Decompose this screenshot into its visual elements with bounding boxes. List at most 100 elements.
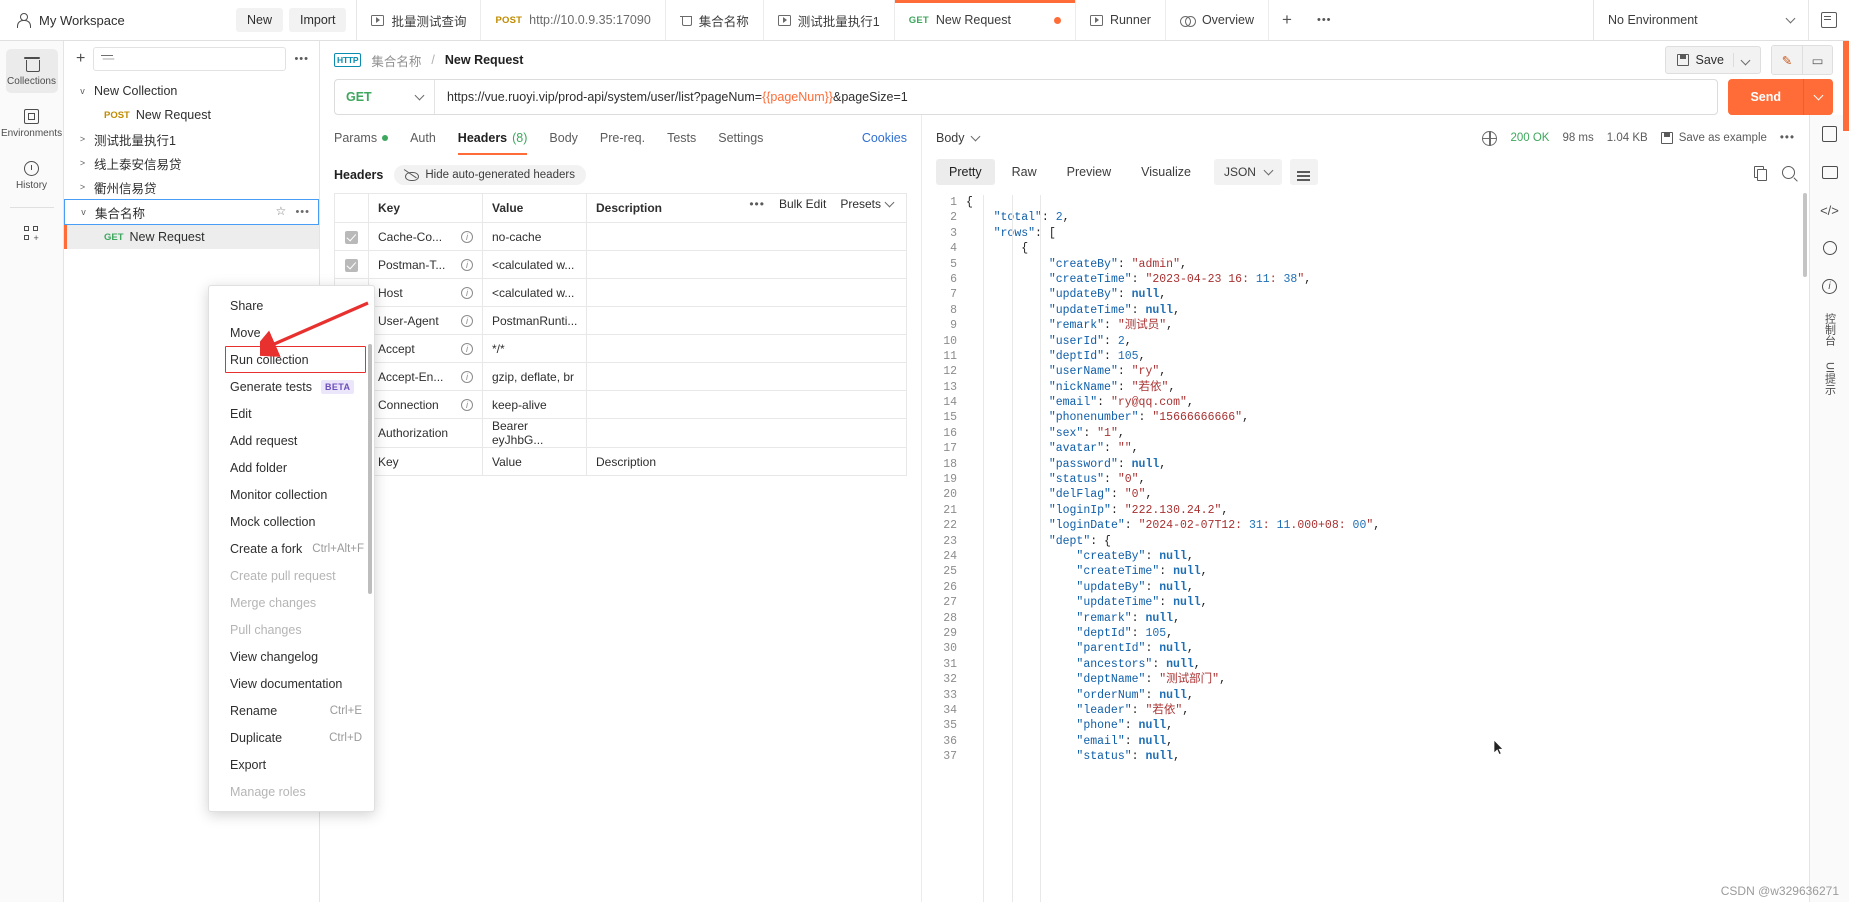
tabs-more-button[interactable]: ••• bbox=[1305, 0, 1344, 40]
tree-item-taian-loan[interactable]: > 线上泰安信易贷 bbox=[64, 151, 319, 175]
import-button[interactable]: Import bbox=[289, 8, 347, 32]
tab-preview[interactable]: Preview bbox=[1054, 159, 1124, 185]
row-desc-cell[interactable] bbox=[586, 334, 907, 363]
menu-item-mock-collection[interactable]: Mock collection bbox=[209, 508, 374, 535]
tab-visualize[interactable]: Visualize bbox=[1128, 159, 1204, 185]
row-value-cell[interactable]: PostmanRunti... bbox=[482, 306, 587, 335]
send-button[interactable]: Send bbox=[1728, 79, 1803, 115]
tab-test-batch-run-1[interactable]: 测试批量执行1 bbox=[764, 0, 895, 40]
tab-runner[interactable]: Runner bbox=[1076, 0, 1166, 40]
tab-overview[interactable]: Overview bbox=[1166, 0, 1270, 40]
plus-icon[interactable]: + bbox=[76, 50, 85, 68]
info-icon[interactable]: i bbox=[461, 370, 473, 383]
sidebar-item-new-app[interactable]: + bbox=[6, 218, 58, 247]
edit-icon-button[interactable]: ✎ bbox=[1772, 46, 1802, 74]
tab-auth[interactable]: Auth bbox=[410, 121, 436, 155]
menu-item-view-documentation[interactable]: View documentation bbox=[209, 670, 374, 697]
row-key-cell[interactable]: Accept i bbox=[368, 334, 483, 363]
tab-post-local[interactable]: POST http://10.0.9.35:17090 bbox=[481, 0, 666, 40]
right-rail-label-1[interactable]: 控制台 bbox=[1823, 313, 1837, 346]
response-json[interactable]: { "total": 2, "rows": [ { "createBy": "a… bbox=[966, 189, 1809, 902]
row-desc-cell[interactable] bbox=[586, 306, 907, 335]
row-value-cell[interactable]: Bearer eyJhbG... bbox=[482, 418, 587, 448]
row-value-cell[interactable]: <calculated w... bbox=[482, 250, 587, 279]
row-key-cell[interactable]: Authorization bbox=[368, 418, 483, 448]
menu-item-duplicate[interactable]: Duplicate Ctrl+D bbox=[209, 724, 374, 751]
new-tab-button[interactable]: + bbox=[1269, 0, 1305, 40]
table-row[interactable]: User-Agent i PostmanRunti... bbox=[334, 306, 907, 335]
workspace-selector[interactable]: My Workspace bbox=[0, 0, 236, 40]
new-value-input[interactable]: Value bbox=[482, 447, 587, 476]
table-row[interactable]: Postman-T... i <calculated w... bbox=[334, 250, 907, 279]
network-icon[interactable] bbox=[1482, 130, 1498, 146]
wrap-lines-button[interactable] bbox=[1289, 159, 1318, 185]
environment-selector[interactable]: No Environment bbox=[1593, 0, 1808, 40]
lightbulb-icon[interactable] bbox=[1819, 237, 1841, 259]
tab-tests[interactable]: Tests bbox=[667, 121, 696, 155]
row-checkbox-cell[interactable] bbox=[334, 250, 369, 279]
row-desc-cell[interactable] bbox=[586, 390, 907, 419]
breadcrumb-collection[interactable]: 集合名称 bbox=[371, 51, 421, 70]
table-row-placeholder[interactable]: Key Value Description bbox=[334, 447, 907, 476]
tree-item-collection-name[interactable]: v 集合名称 ☆ ••• bbox=[64, 199, 319, 225]
sidebar-item-history[interactable]: History bbox=[6, 153, 58, 197]
tree-item-new-collection[interactable]: v New Collection bbox=[64, 79, 319, 103]
comment-icon-button[interactable]: ▭ bbox=[1802, 46, 1832, 74]
menu-item-share[interactable]: Share bbox=[209, 292, 374, 319]
tab-pre-request[interactable]: Pre-req. bbox=[600, 121, 645, 155]
row-checkbox-cell[interactable] bbox=[334, 222, 369, 251]
info-icon[interactable]: i bbox=[461, 286, 473, 299]
row-desc-cell[interactable] bbox=[586, 222, 907, 251]
sidebar-more-icon[interactable]: ••• bbox=[294, 53, 309, 65]
documentation-icon[interactable] bbox=[1819, 123, 1841, 145]
save-button[interactable]: Save bbox=[1664, 46, 1761, 74]
row-key-cell[interactable]: Host i bbox=[368, 278, 483, 307]
row-desc-cell[interactable] bbox=[586, 418, 907, 448]
star-icon[interactable]: ☆ bbox=[275, 205, 287, 218]
menu-item-move[interactable]: Move bbox=[209, 319, 374, 346]
response-format-select[interactable]: JSON bbox=[1213, 159, 1282, 185]
search-icon[interactable] bbox=[1782, 165, 1795, 179]
row-desc-cell[interactable] bbox=[586, 250, 907, 279]
sidebar-item-collections[interactable]: Collections bbox=[5, 49, 58, 93]
row-desc-cell[interactable] bbox=[586, 362, 907, 391]
row-desc-cell[interactable] bbox=[586, 278, 907, 307]
table-row[interactable]: Authorization Bearer eyJhbG... bbox=[334, 418, 907, 448]
tree-item-new-request-get[interactable]: GET New Request bbox=[64, 225, 319, 249]
code-snippet-icon[interactable]: </> bbox=[1819, 199, 1841, 221]
copy-icon[interactable] bbox=[1754, 165, 1767, 181]
new-key-input[interactable]: Key bbox=[368, 447, 483, 476]
tab-batch-test-query[interactable]: 批量测试查询 bbox=[357, 0, 482, 40]
response-more-icon[interactable]: ••• bbox=[1780, 132, 1795, 144]
info-icon[interactable]: i bbox=[461, 398, 473, 411]
context-menu-scrollbar[interactable] bbox=[368, 344, 372, 594]
row-value-cell[interactable]: keep-alive bbox=[482, 390, 587, 419]
new-button[interactable]: New bbox=[236, 8, 284, 32]
menu-item-create-a-fork[interactable]: Create a fork Ctrl+Alt+F bbox=[209, 535, 374, 562]
info-icon[interactable]: i bbox=[461, 230, 473, 243]
menu-item-add-folder[interactable]: Add folder bbox=[209, 454, 374, 481]
menu-item-generate-tests[interactable]: Generate tests BETA bbox=[209, 373, 374, 400]
presets-button[interactable]: Presets bbox=[840, 197, 895, 211]
http-method-select[interactable]: GET bbox=[335, 80, 435, 114]
right-rail-label-2[interactable]: UI提示 bbox=[1823, 362, 1837, 395]
response-body-selector[interactable]: Body bbox=[936, 131, 980, 145]
table-row[interactable]: Accept i */* bbox=[334, 334, 907, 363]
tree-item-test-batch-run-1[interactable]: > 测试批量执行1 bbox=[64, 127, 319, 151]
row-key-cell[interactable]: Connection i bbox=[368, 390, 483, 419]
row-key-cell[interactable]: Cache-Co... i bbox=[368, 222, 483, 251]
menu-item-edit[interactable]: Edit bbox=[209, 400, 374, 427]
tree-item-new-request-post[interactable]: POST New Request bbox=[64, 103, 319, 127]
menu-item-view-changelog[interactable]: View changelog bbox=[209, 643, 374, 670]
url-input[interactable]: https://vue.ruoyi.vip/prod-api/system/us… bbox=[435, 80, 1717, 114]
row-value-cell[interactable]: gzip, deflate, br bbox=[482, 362, 587, 391]
row-value-cell[interactable]: <calculated w... bbox=[482, 278, 587, 307]
tab-body[interactable]: Body bbox=[549, 121, 578, 155]
row-key-cell[interactable]: User-Agent i bbox=[368, 306, 483, 335]
new-desc-input[interactable]: Description bbox=[586, 447, 907, 476]
row-value-cell[interactable]: no-cache bbox=[482, 222, 587, 251]
table-row[interactable]: Connection i keep-alive bbox=[334, 390, 907, 419]
hide-auto-generated-headers-button[interactable]: Hide auto-generated headers bbox=[394, 165, 586, 185]
table-more-icon[interactable]: ••• bbox=[749, 197, 765, 211]
tab-params[interactable]: Params bbox=[334, 121, 389, 155]
